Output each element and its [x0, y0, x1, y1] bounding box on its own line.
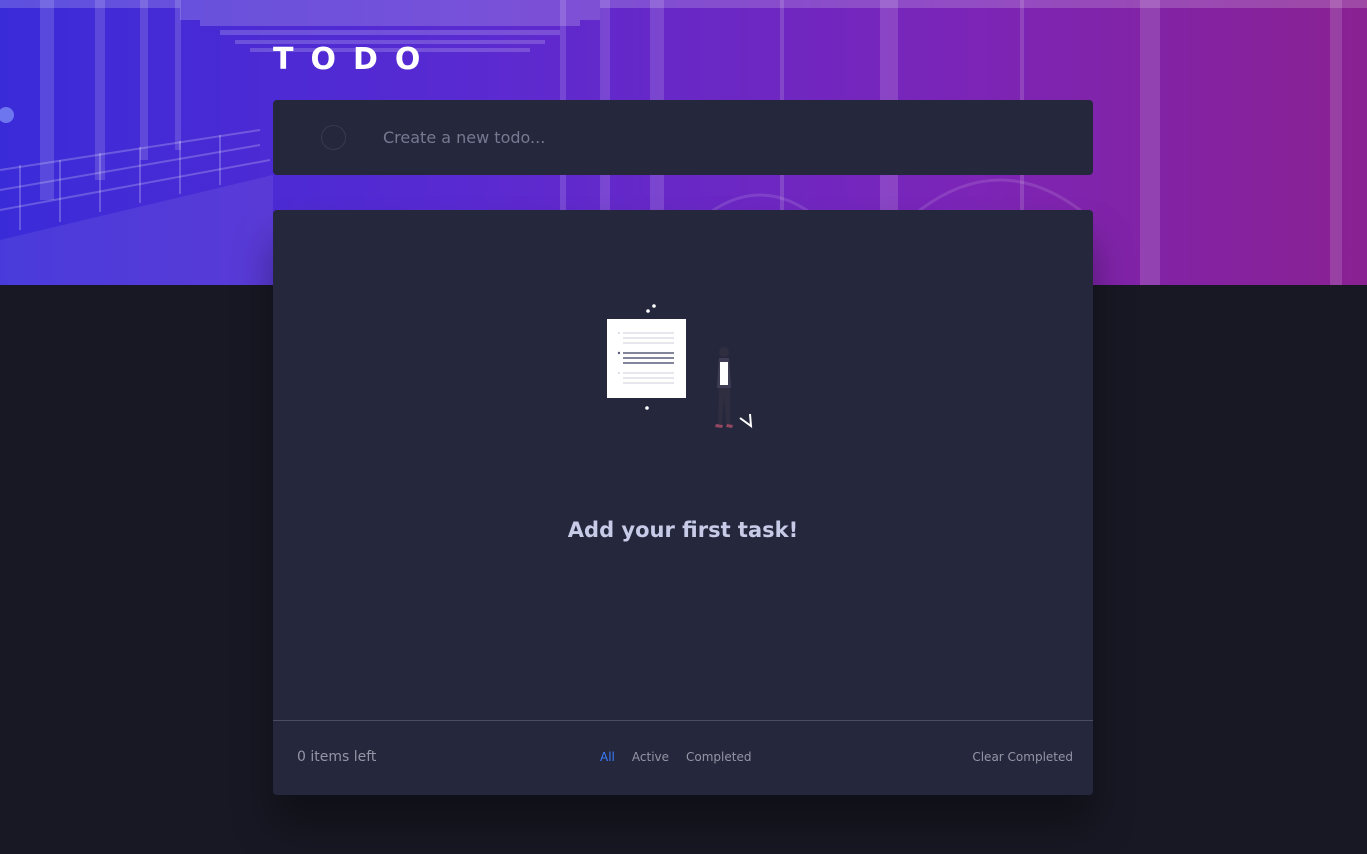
empty-list-illustration: [607, 304, 753, 429]
todo-list-card: Add your first task! 0 items left All Ac…: [273, 210, 1093, 795]
empty-list-message: Add your first task!: [567, 518, 799, 542]
filter-completed[interactable]: Completed: [686, 750, 751, 764]
filter-tabs: All Active Completed: [600, 750, 751, 764]
create-todo-input[interactable]: [383, 122, 1063, 152]
create-todo-bar: [273, 100, 1093, 175]
filter-all[interactable]: All: [600, 750, 615, 764]
app-title: TODO: [273, 42, 438, 77]
check-circle-icon[interactable]: [321, 125, 346, 150]
todo-app: TODO Create a new todo... Add your first…: [0, 0, 1367, 854]
footer-divider: [273, 720, 1093, 721]
filter-active[interactable]: Active: [632, 750, 669, 764]
clear-completed-button[interactable]: Clear Completed: [972, 750, 1073, 764]
items-left-count: 0 items left: [297, 749, 377, 765]
